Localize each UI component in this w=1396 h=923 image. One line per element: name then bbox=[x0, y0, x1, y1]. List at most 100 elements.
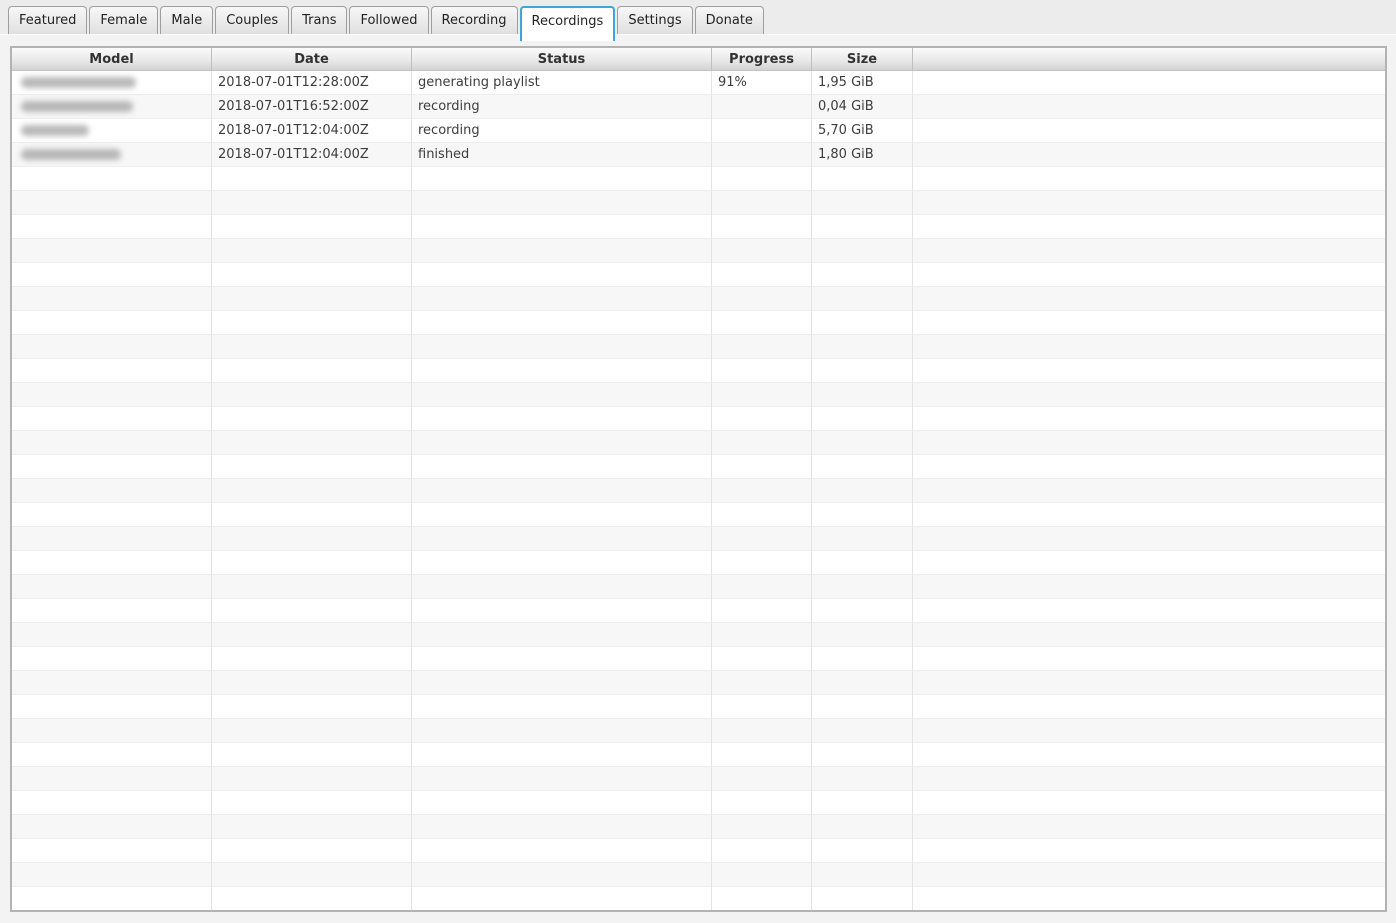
empty-cell bbox=[212, 191, 412, 215]
tab-recording[interactable]: Recording bbox=[431, 6, 518, 34]
empty-cell bbox=[212, 671, 412, 695]
empty-table-row bbox=[12, 503, 1385, 527]
empty-cell bbox=[712, 623, 812, 647]
redacted-model-name bbox=[21, 125, 89, 136]
empty-table-row bbox=[12, 431, 1385, 455]
tab-followed[interactable]: Followed bbox=[349, 6, 428, 34]
empty-table-row bbox=[12, 359, 1385, 383]
empty-cell bbox=[712, 671, 812, 695]
empty-cell bbox=[712, 479, 812, 503]
empty-cell bbox=[212, 719, 412, 743]
empty-cell bbox=[412, 455, 712, 479]
empty-cell bbox=[712, 791, 812, 815]
empty-cell bbox=[12, 479, 212, 503]
empty-cell bbox=[212, 623, 412, 647]
cell-status: recording bbox=[412, 95, 712, 119]
empty-cell bbox=[913, 527, 1385, 551]
table-row[interactable]: 2018-07-01T16:52:00Zrecording0,04 GiB bbox=[12, 95, 1385, 119]
empty-cell bbox=[712, 887, 812, 911]
empty-cell bbox=[712, 335, 812, 359]
empty-cell bbox=[212, 239, 412, 263]
empty-cell bbox=[913, 767, 1385, 791]
tab-female[interactable]: Female bbox=[89, 6, 158, 34]
cell-model bbox=[12, 119, 212, 143]
empty-table-row bbox=[12, 719, 1385, 743]
empty-cell bbox=[412, 791, 712, 815]
empty-cell bbox=[412, 167, 712, 191]
empty-table-row bbox=[12, 407, 1385, 431]
tab-settings[interactable]: Settings bbox=[617, 6, 692, 34]
column-header-model[interactable]: Model bbox=[12, 48, 212, 71]
redacted-model-name bbox=[21, 149, 121, 160]
empty-cell bbox=[412, 815, 712, 839]
empty-cell bbox=[212, 815, 412, 839]
empty-cell bbox=[412, 623, 712, 647]
empty-cell bbox=[212, 479, 412, 503]
empty-cell bbox=[412, 215, 712, 239]
empty-cell bbox=[712, 359, 812, 383]
empty-cell bbox=[913, 695, 1385, 719]
empty-cell bbox=[712, 815, 812, 839]
empty-table-row bbox=[12, 239, 1385, 263]
empty-cell bbox=[12, 167, 212, 191]
empty-cell bbox=[913, 455, 1385, 479]
empty-cell bbox=[712, 743, 812, 767]
empty-cell bbox=[212, 647, 412, 671]
empty-cell bbox=[913, 671, 1385, 695]
cell-status: finished bbox=[412, 143, 712, 167]
table-row[interactable]: 2018-07-01T12:28:00Zgenerating playlist9… bbox=[12, 71, 1385, 95]
empty-cell bbox=[412, 743, 712, 767]
empty-cell bbox=[812, 455, 913, 479]
cell-model bbox=[12, 143, 212, 167]
cell-progress bbox=[712, 95, 812, 119]
empty-cell bbox=[913, 887, 1385, 911]
empty-cell bbox=[212, 431, 412, 455]
empty-cell bbox=[712, 455, 812, 479]
empty-cell bbox=[712, 695, 812, 719]
empty-table-row bbox=[12, 527, 1385, 551]
empty-cell bbox=[212, 455, 412, 479]
empty-cell bbox=[12, 743, 212, 767]
column-header-status[interactable]: Status bbox=[412, 48, 712, 71]
empty-cell bbox=[12, 551, 212, 575]
tab-featured[interactable]: Featured bbox=[8, 6, 87, 34]
empty-cell bbox=[712, 503, 812, 527]
empty-cell bbox=[12, 407, 212, 431]
tab-trans[interactable]: Trans bbox=[291, 6, 347, 34]
empty-cell bbox=[212, 263, 412, 287]
empty-cell bbox=[412, 239, 712, 263]
empty-cell bbox=[913, 191, 1385, 215]
empty-cell bbox=[812, 527, 913, 551]
cell-date: 2018-07-01T12:04:00Z bbox=[212, 143, 412, 167]
tab-recordings[interactable]: Recordings bbox=[520, 6, 616, 41]
empty-cell bbox=[212, 503, 412, 527]
empty-cell bbox=[12, 887, 212, 911]
tab-male[interactable]: Male bbox=[160, 6, 213, 34]
empty-cell bbox=[812, 839, 913, 863]
empty-cell bbox=[12, 599, 212, 623]
empty-cell bbox=[812, 215, 913, 239]
cell-size: 5,70 GiB bbox=[812, 119, 913, 143]
tab-donate[interactable]: Donate bbox=[695, 6, 764, 34]
empty-cell bbox=[913, 407, 1385, 431]
empty-cell bbox=[212, 527, 412, 551]
empty-table-row bbox=[12, 287, 1385, 311]
column-header-progress[interactable]: Progress bbox=[712, 48, 812, 71]
empty-cell bbox=[12, 215, 212, 239]
empty-table-row bbox=[12, 215, 1385, 239]
empty-cell bbox=[12, 239, 212, 263]
empty-cell bbox=[412, 551, 712, 575]
column-header-date[interactable]: Date bbox=[212, 48, 412, 71]
empty-cell bbox=[812, 719, 913, 743]
empty-cell bbox=[913, 839, 1385, 863]
empty-table-row bbox=[12, 791, 1385, 815]
table-row[interactable]: 2018-07-01T12:04:00Zfinished1,80 GiB bbox=[12, 143, 1385, 167]
column-header-size[interactable]: Size bbox=[812, 48, 913, 71]
tab-couples[interactable]: Couples bbox=[215, 6, 289, 34]
empty-cell bbox=[812, 887, 913, 911]
empty-cell bbox=[812, 767, 913, 791]
empty-cell bbox=[812, 479, 913, 503]
recordings-table: ModelDateStatusProgressSize 2018-07-01T1… bbox=[12, 48, 1385, 911]
table-row[interactable]: 2018-07-01T12:04:00Zrecording5,70 GiB bbox=[12, 119, 1385, 143]
empty-table-row bbox=[12, 383, 1385, 407]
